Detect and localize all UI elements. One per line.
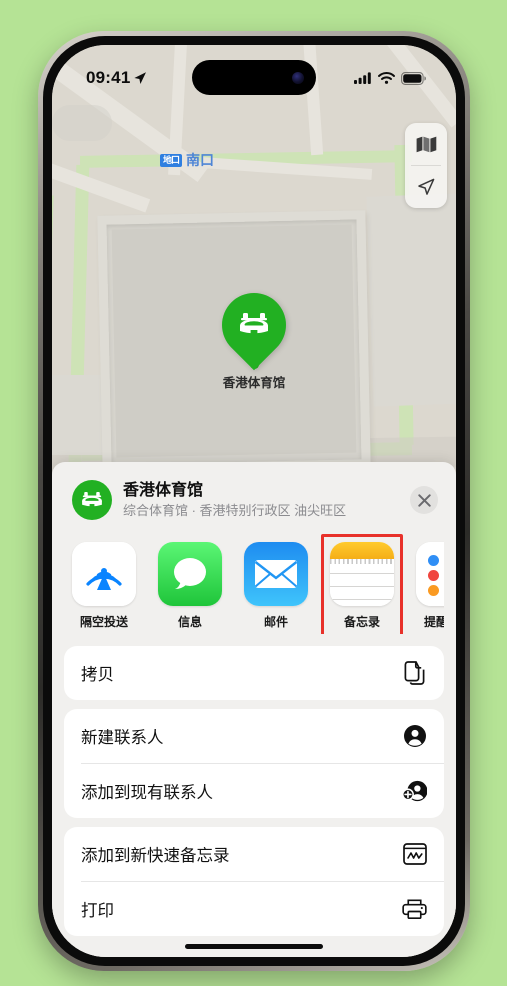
share-app-mail[interactable]: 邮件 — [244, 542, 308, 630]
locate-me-button[interactable] — [405, 166, 447, 208]
printer-icon — [402, 897, 427, 922]
reminders-dot-red — [428, 570, 439, 581]
location-arrow-icon — [418, 178, 435, 195]
phone-bezel: 地口 南口 香港体育馆 09:41 香港体育馆 综合体育馆 · 香港特别行政区 … — [43, 36, 465, 966]
home-indicator[interactable] — [185, 944, 323, 949]
action-row-copy[interactable]: 拷贝 — [64, 646, 444, 700]
transit-badge-code: 地口 — [160, 153, 183, 167]
quick-note-icon — [402, 843, 427, 865]
map-layers-button[interactable] — [405, 123, 447, 165]
map-controls — [405, 123, 447, 208]
action-row-label: 添加到新快速备忘录 — [81, 847, 230, 865]
notes-header-strip — [330, 542, 394, 559]
battery-full-icon — [401, 71, 426, 85]
status-bar-right — [354, 71, 426, 85]
reminders-dot-blue — [428, 555, 439, 566]
messages-icon — [158, 542, 222, 606]
map-building — [366, 193, 456, 407]
signal-bars-icon — [354, 72, 371, 84]
share-app-label: 提醒事项 — [423, 615, 444, 629]
new-contact-icon — [402, 724, 427, 749]
wifi-icon — [378, 72, 395, 84]
share-sheet-header: 香港体育馆 综合体育馆 · 香港特别行政区 油尖旺区 — [64, 462, 444, 534]
place-subtitle: 综合体育馆 · 香港特别行政区 油尖旺区 — [123, 503, 347, 518]
copy-icon — [402, 661, 427, 686]
mail-icon — [254, 560, 298, 588]
action-row-new-contact[interactable]: 新建联系人 — [64, 709, 444, 763]
share-app-reminders[interactable]: 提醒事项 — [416, 542, 444, 630]
map-building — [52, 105, 112, 141]
share-app-notes[interactable]: 备忘录 — [321, 534, 403, 634]
action-group: 新建联系人 添加到现有联系人 — [64, 709, 444, 818]
printer-icon — [402, 899, 427, 920]
airdrop-icon — [86, 568, 122, 590]
place-titles: 香港体育馆 综合体育馆 · 香港特别行政区 油尖旺区 — [123, 481, 399, 519]
transit-entrance-badge[interactable]: 地口 南口 — [160, 150, 214, 170]
notes-rule-line — [330, 599, 394, 601]
new-contact-icon — [403, 725, 426, 747]
status-bar-left: 09:41 — [86, 68, 147, 88]
close-icon — [417, 493, 431, 507]
action-row-quick-note[interactable]: 添加到新快速备忘录 — [64, 827, 444, 881]
notes-binding-dots — [330, 559, 394, 564]
action-row-label: 打印 — [81, 902, 114, 920]
share-app-label: 信息 — [177, 615, 202, 629]
notes-rule-line — [330, 573, 394, 575]
status-time: 09:41 — [86, 68, 131, 87]
share-app-row[interactable]: 隔空投送 信息 邮件 备忘录 提醒 — [64, 534, 444, 634]
share-app-airdrop[interactable]: 隔空投送 — [72, 542, 136, 630]
location-arrow-icon — [134, 72, 147, 84]
dynamic-island[interactable] — [192, 60, 316, 95]
action-row-label: 添加到现有联系人 — [81, 784, 213, 802]
map-pin[interactable]: 香港体育馆 — [208, 279, 300, 391]
stadium-icon — [82, 491, 102, 508]
share-sheet: 香港体育馆 综合体育馆 · 香港特别行政区 油尖旺区 隔空投送 信息 邮件 备忘… — [52, 462, 456, 957]
messages-icon — [174, 558, 206, 589]
notes-icon — [330, 542, 394, 606]
action-row-label: 新建联系人 — [81, 729, 164, 747]
add-to-contact-icon — [402, 780, 427, 802]
action-row-printer[interactable]: 打印 — [64, 882, 444, 936]
phone-frame: 地口 南口 香港体育馆 09:41 香港体育馆 综合体育馆 · 香港特别行政区 … — [38, 31, 470, 971]
quick-note-icon — [402, 842, 427, 867]
action-row-add-to-contact[interactable]: 添加到现有联系人 — [64, 764, 444, 818]
share-app-messages[interactable]: 信息 — [158, 542, 222, 630]
map-building — [52, 375, 108, 455]
reminders-icon — [416, 542, 444, 606]
close-button[interactable] — [410, 486, 438, 514]
place-avatar — [72, 480, 112, 520]
front-camera-icon — [292, 71, 304, 84]
share-app-label: 备忘录 — [343, 615, 380, 629]
action-row-label: 拷贝 — [81, 666, 114, 684]
share-app-label: 隔空投送 — [79, 615, 128, 629]
transit-badge-label: 南口 — [186, 152, 215, 168]
share-app-label: 邮件 — [263, 615, 288, 629]
reminders-dot-orange — [428, 585, 439, 596]
action-group: 拷贝 — [64, 646, 444, 700]
add-to-contact-icon — [402, 779, 427, 804]
share-action-list: 拷贝 新建联系人 添加到现有联系人 添加到新快速备忘录 打印 — [64, 646, 444, 936]
mail-icon — [244, 542, 308, 606]
phone-screen: 地口 南口 香港体育馆 09:41 香港体育馆 综合体育馆 · 香港特别行政区 … — [52, 45, 456, 957]
notes-rule-line — [330, 586, 394, 588]
copy-icon — [404, 661, 424, 685]
action-group: 添加到新快速备忘录 打印 — [64, 827, 444, 936]
map-pin-label: 香港体育馆 — [222, 376, 286, 390]
place-title: 香港体育馆 — [123, 482, 204, 499]
stadium-icon — [240, 313, 268, 336]
airdrop-icon — [72, 542, 136, 606]
folded-map-icon — [416, 136, 436, 152]
